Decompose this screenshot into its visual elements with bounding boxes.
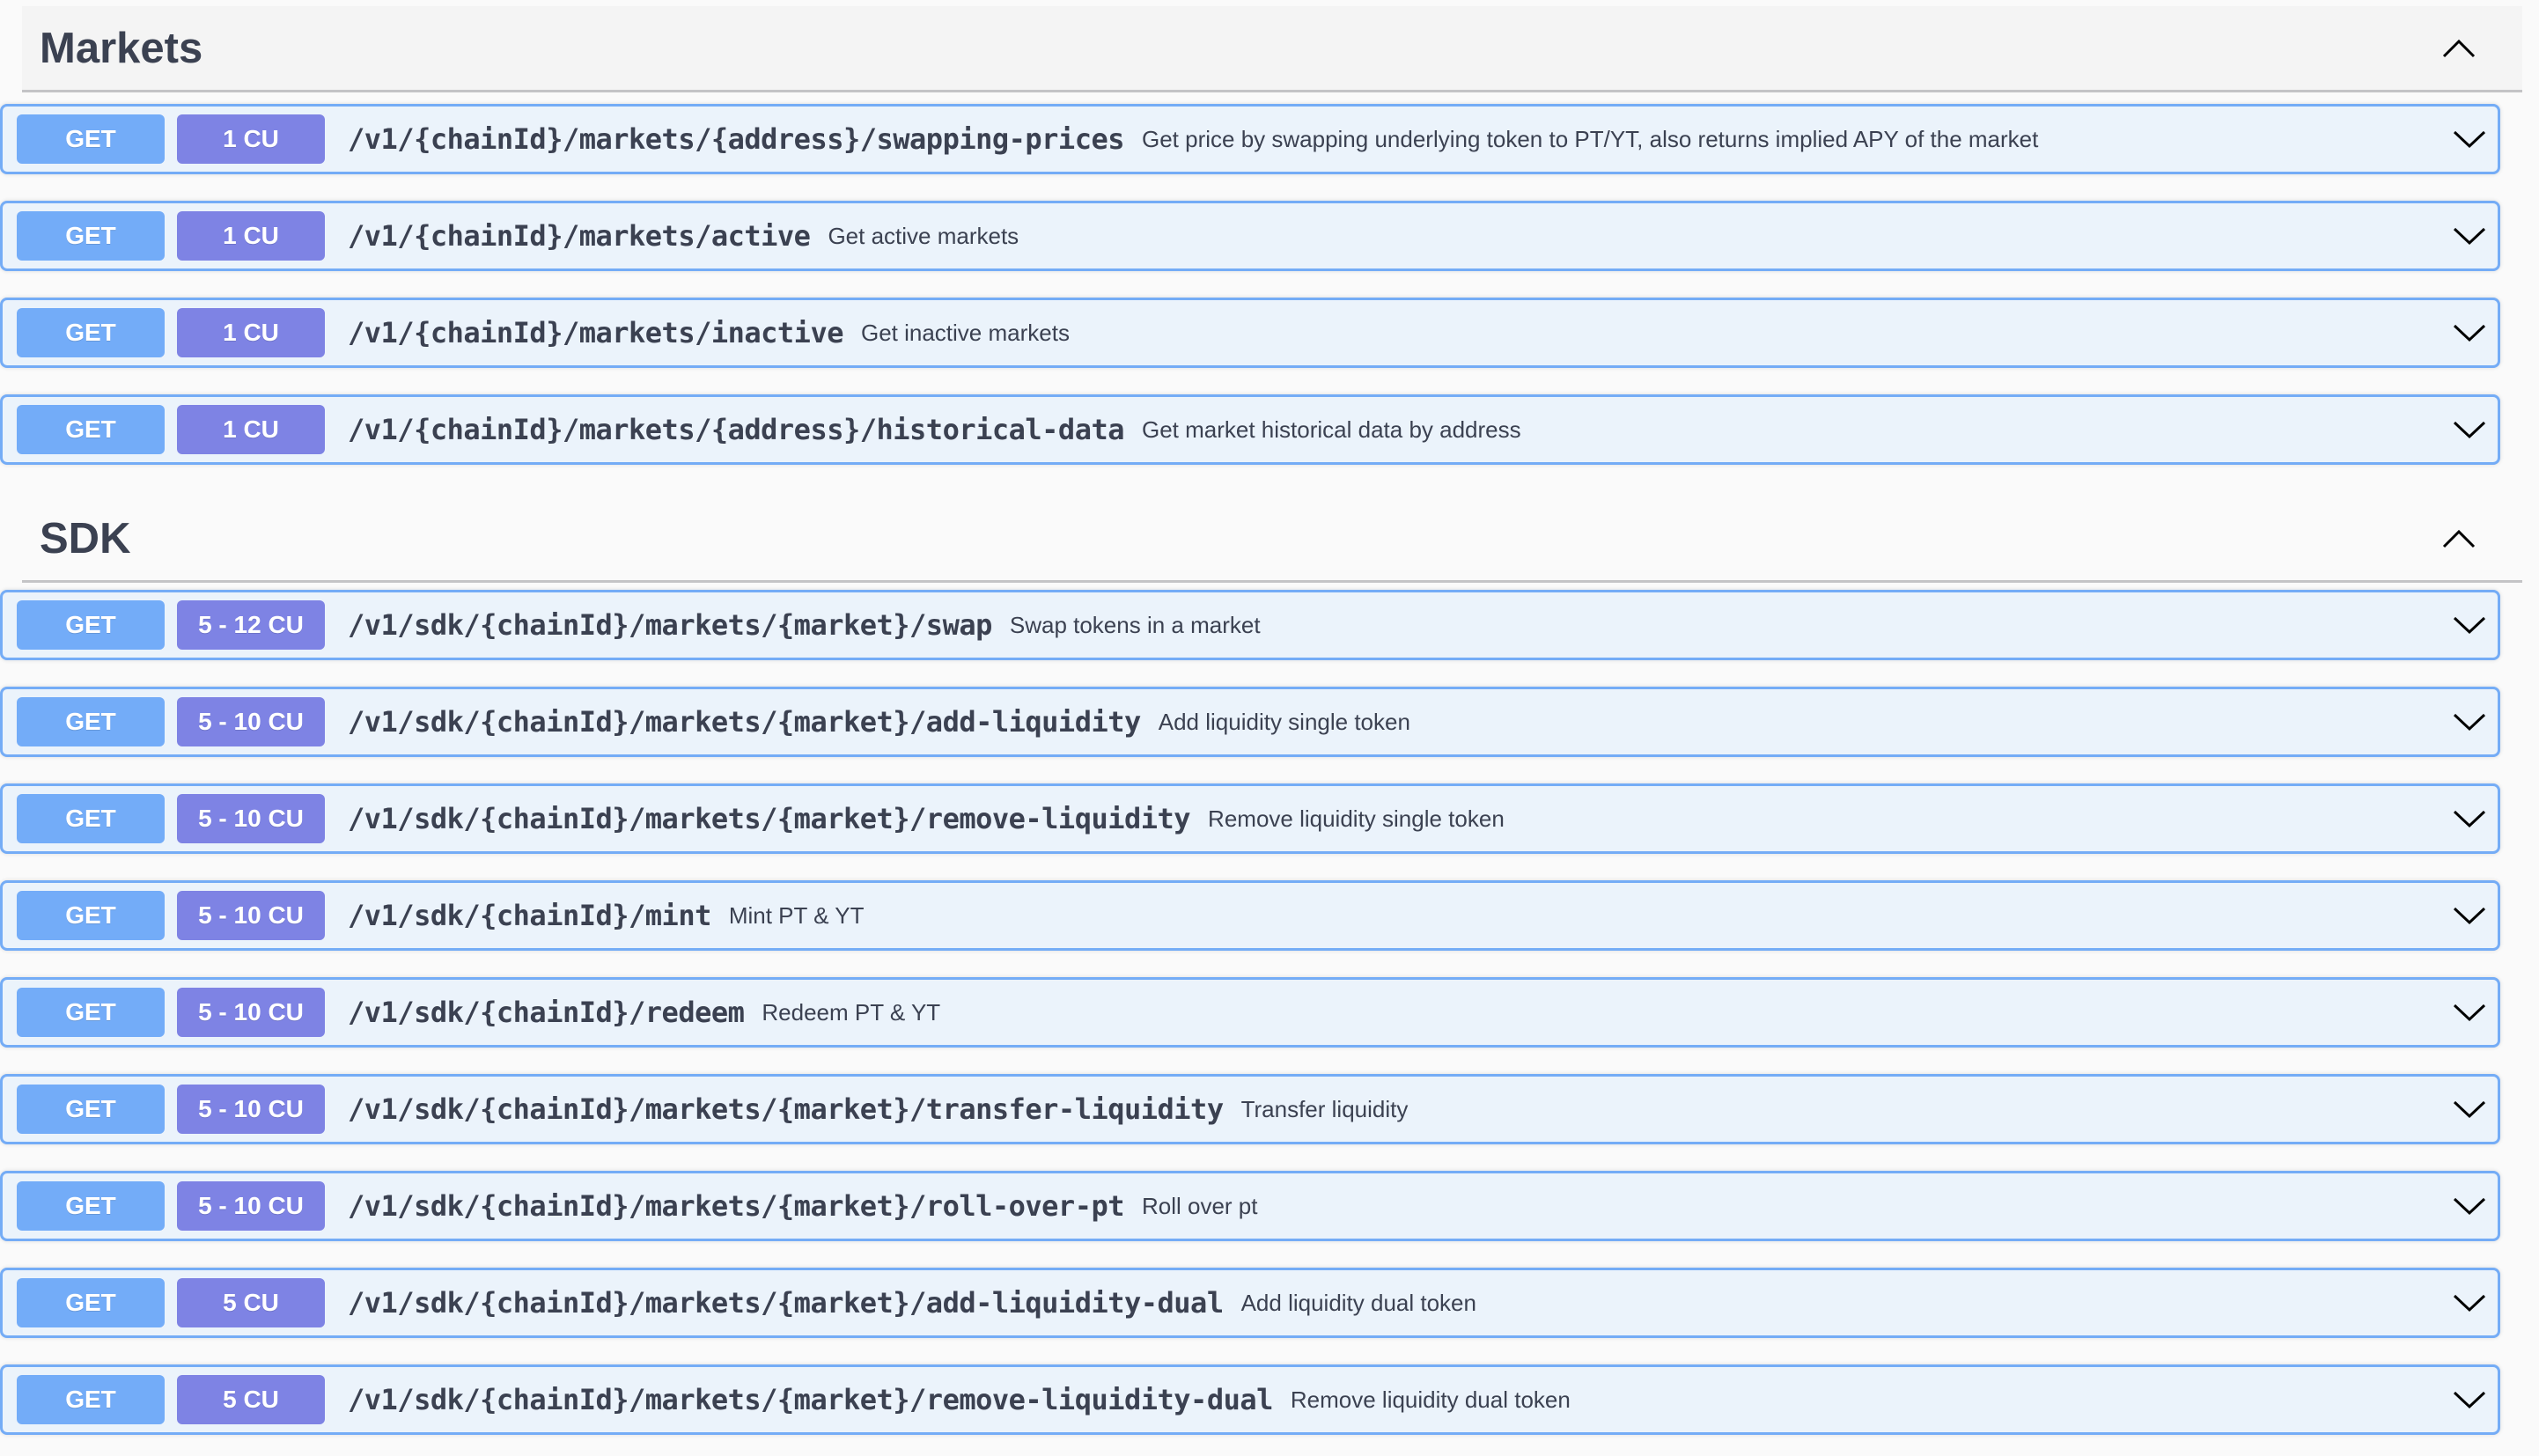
chevron-up-icon[interactable] — [2440, 519, 2478, 558]
cost-badge: 5 - 10 CU — [177, 697, 325, 746]
method-badge: GET — [17, 1375, 165, 1424]
chevron-down-icon[interactable] — [2448, 412, 2491, 447]
operation-row-swapping-prices[interactable]: GET 1 CU /v1/{chainId}/markets/{address}… — [0, 104, 2500, 174]
operation-row-mint[interactable]: GET 5 - 10 CU /v1/sdk/{chainId}/mint Min… — [0, 880, 2500, 951]
method-badge: GET — [17, 211, 165, 261]
cost-badge: 5 - 12 CU — [177, 600, 325, 650]
chevron-down-icon[interactable] — [2448, 315, 2491, 350]
operation-path[interactable]: /v1/sdk/{chainId}/markets/{market}/add-l… — [348, 1286, 1224, 1320]
operation-path[interactable]: /v1/sdk/{chainId}/markets/{market}/trans… — [348, 1092, 1224, 1126]
operation-description: Add liquidity dual token — [1240, 1289, 1476, 1316]
chevron-down-icon[interactable] — [2448, 218, 2491, 254]
operation-path[interactable]: /v1/sdk/{chainId}/markets/{market}/remov… — [348, 802, 1191, 835]
operation-row-active[interactable]: GET 1 CU /v1/{chainId}/markets/active Ge… — [0, 201, 2500, 271]
method-badge: GET — [17, 1278, 165, 1327]
operation-path[interactable]: /v1/{chainId}/markets/{address}/historic… — [348, 413, 1124, 446]
chevron-down-icon[interactable] — [2448, 898, 2491, 933]
chevron-down-icon[interactable] — [2448, 1382, 2491, 1417]
cost-badge: 1 CU — [177, 308, 325, 357]
operation-summary: /v1/sdk/{chainId}/markets/{market}/remov… — [348, 1367, 1571, 1432]
method-badge: GET — [17, 891, 165, 940]
operation-path[interactable]: /v1/{chainId}/markets/active — [348, 219, 811, 253]
section-title: SDK — [40, 514, 131, 563]
operation-path[interactable]: /v1/sdk/{chainId}/markets/{market}/swap — [348, 608, 992, 642]
operation-row-inactive[interactable]: GET 1 CU /v1/{chainId}/markets/inactive … — [0, 298, 2500, 368]
operation-summary: /v1/{chainId}/markets/{address}/historic… — [348, 397, 1521, 462]
operation-summary: /v1/sdk/{chainId}/markets/{market}/remov… — [348, 786, 1505, 851]
chevron-down-icon[interactable] — [2448, 121, 2491, 157]
operation-row-historical-data[interactable]: GET 1 CU /v1/{chainId}/markets/{address}… — [0, 394, 2500, 465]
operation-description: Add liquidity single token — [1158, 708, 1410, 735]
operation-row-swap[interactable]: GET 5 - 12 CU /v1/sdk/{chainId}/markets/… — [0, 590, 2500, 660]
chevron-down-icon[interactable] — [2448, 1188, 2491, 1224]
method-badge: GET — [17, 697, 165, 746]
operation-summary: /v1/{chainId}/markets/active Get active … — [348, 203, 1019, 268]
operation-path[interactable]: /v1/sdk/{chainId}/markets/{market}/add-l… — [348, 705, 1141, 739]
operation-row-remove-liquidity[interactable]: GET 5 - 10 CU /v1/sdk/{chainId}/markets/… — [0, 783, 2500, 854]
operation-summary: /v1/{chainId}/markets/inactive Get inact… — [348, 300, 1070, 365]
operation-row-transfer-liquidity[interactable]: GET 5 - 10 CU /v1/sdk/{chainId}/markets/… — [0, 1074, 2500, 1144]
cost-badge: 5 CU — [177, 1278, 325, 1327]
operation-summary: /v1/sdk/{chainId}/markets/{market}/add-l… — [348, 1270, 1476, 1335]
operation-summary: /v1/sdk/{chainId}/markets/{market}/swap … — [348, 592, 1261, 658]
chevron-down-icon[interactable] — [2448, 995, 2491, 1030]
operation-path[interactable]: /v1/sdk/{chainId}/markets/{market}/remov… — [348, 1383, 1273, 1416]
operation-path[interactable]: /v1/{chainId}/markets/inactive — [348, 316, 843, 349]
cost-badge: 5 - 10 CU — [177, 794, 325, 843]
cost-badge: 5 - 10 CU — [177, 1181, 325, 1231]
cost-badge: 1 CU — [177, 211, 325, 261]
operation-description: Roll over pt — [1141, 1192, 1258, 1219]
operation-description: Mint PT & YT — [728, 901, 865, 929]
chevron-down-icon[interactable] — [2448, 607, 2491, 643]
method-badge: GET — [17, 794, 165, 843]
operation-summary: /v1/{chainId}/markets/{address}/swapping… — [348, 107, 2038, 172]
chevron-down-icon[interactable] — [2448, 704, 2491, 739]
operation-description: Swap tokens in a market — [1009, 611, 1261, 638]
cost-badge: 5 - 10 CU — [177, 988, 325, 1037]
operation-description: Transfer liquidity — [1240, 1095, 1409, 1122]
operation-row-add-liquidity-dual[interactable]: GET 5 CU /v1/sdk/{chainId}/markets/{mark… — [0, 1268, 2500, 1338]
chevron-down-icon[interactable] — [2448, 801, 2491, 836]
operation-summary: /v1/sdk/{chainId}/redeem Redeem PT & YT — [348, 980, 940, 1045]
operation-summary: /v1/sdk/{chainId}/mint Mint PT & YT — [348, 883, 864, 948]
chevron-down-icon[interactable] — [2448, 1285, 2491, 1320]
operation-description: Get price by swapping underlying token t… — [1141, 125, 2039, 152]
method-badge: GET — [17, 1181, 165, 1231]
section-header-sdk[interactable]: SDK — [22, 496, 2522, 583]
operation-row-redeem[interactable]: GET 5 - 10 CU /v1/sdk/{chainId}/redeem R… — [0, 977, 2500, 1048]
operation-description: Get active markets — [828, 222, 1019, 249]
method-badge: GET — [17, 114, 165, 164]
operation-path[interactable]: /v1/sdk/{chainId}/redeem — [348, 996, 745, 1029]
method-badge: GET — [17, 308, 165, 357]
section-markets: Markets — [22, 6, 2522, 92]
cost-badge: 5 - 10 CU — [177, 1085, 325, 1134]
operation-summary: /v1/sdk/{chainId}/markets/{market}/roll-… — [348, 1173, 1257, 1239]
operation-description: Get market historical data by address — [1141, 415, 1521, 443]
method-badge: GET — [17, 988, 165, 1037]
operation-summary: /v1/sdk/{chainId}/markets/{market}/add-l… — [348, 689, 1410, 754]
section-title: Markets — [40, 24, 203, 72]
chevron-down-icon[interactable] — [2448, 1092, 2491, 1127]
operation-description: Remove liquidity single token — [1208, 805, 1505, 832]
method-badge: GET — [17, 600, 165, 650]
cost-badge: 1 CU — [177, 405, 325, 454]
operation-path[interactable]: /v1/sdk/{chainId}/mint — [348, 899, 711, 932]
operation-description: Remove liquidity dual token — [1290, 1386, 1571, 1413]
chevron-up-icon[interactable] — [2440, 29, 2478, 68]
cost-badge: 5 CU — [177, 1375, 325, 1424]
operation-path[interactable]: /v1/{chainId}/markets/{address}/swapping… — [348, 122, 1124, 156]
operation-row-roll-over-pt[interactable]: GET 5 - 10 CU /v1/sdk/{chainId}/markets/… — [0, 1171, 2500, 1241]
operation-summary: /v1/sdk/{chainId}/markets/{market}/trans… — [348, 1077, 1408, 1142]
operation-description: Redeem PT & YT — [762, 998, 941, 1026]
section-header-markets[interactable]: Markets — [22, 6, 2522, 92]
cost-badge: 1 CU — [177, 114, 325, 164]
operation-description: Get inactive markets — [860, 319, 1070, 346]
method-badge: GET — [17, 1085, 165, 1134]
operation-row-remove-liquidity-dual[interactable]: GET 5 CU /v1/sdk/{chainId}/markets/{mark… — [0, 1364, 2500, 1435]
section-sdk: SDK — [22, 496, 2522, 583]
cost-badge: 5 - 10 CU — [177, 891, 325, 940]
method-badge: GET — [17, 405, 165, 454]
operation-row-add-liquidity[interactable]: GET 5 - 10 CU /v1/sdk/{chainId}/markets/… — [0, 687, 2500, 757]
operation-path[interactable]: /v1/sdk/{chainId}/markets/{market}/roll-… — [348, 1189, 1124, 1223]
